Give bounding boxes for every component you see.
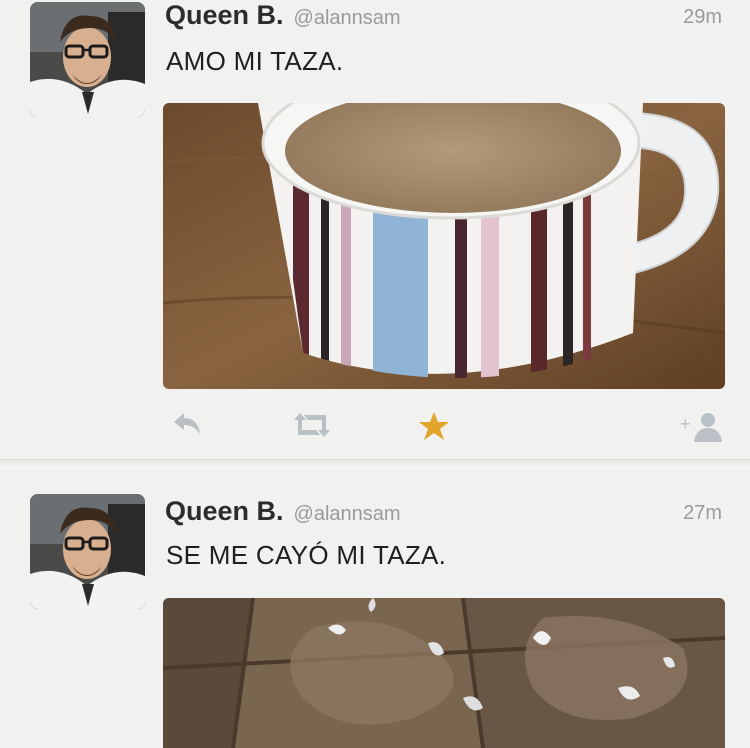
tweet-photo-mug[interactable] [163,103,725,389]
tweet-text: SE ME CAYÓ MI TAZA. [166,540,447,570]
svg-text:+: + [680,414,691,434]
tweet-timestamp[interactable]: 29m [683,6,722,29]
author-handle[interactable]: @alannsam [294,7,401,29]
tweet-divider [0,459,750,469]
tweet-card: Queen B. @alannsam 27m SE ME CAYÓ MI TAZA… [0,470,750,748]
author-name[interactable]: Queen B. @alannsam [165,496,401,527]
tweet-text: AMO MI TAZA. [166,46,344,76]
favorite-star-icon[interactable] [417,410,451,447]
follow-icon[interactable]: + [680,410,724,449]
avatar[interactable] [30,2,145,117]
author-display-name[interactable]: Queen B. [165,0,284,30]
author-display-name[interactable]: Queen B. [165,496,284,526]
tweet-actions: + [0,410,750,450]
retweet-icon[interactable] [290,410,334,445]
tweet-photo-spilled-coffee[interactable] [163,598,725,748]
reply-icon[interactable] [172,410,204,443]
avatar[interactable] [30,494,145,609]
author-handle[interactable]: @alannsam [294,503,401,525]
tweet-timestamp[interactable]: 27m [683,502,722,525]
author-name[interactable]: Queen B. @alannsam [165,0,401,31]
tweet-card: Queen B. @alannsam 29m AMO MI TAZA. + [0,0,750,462]
